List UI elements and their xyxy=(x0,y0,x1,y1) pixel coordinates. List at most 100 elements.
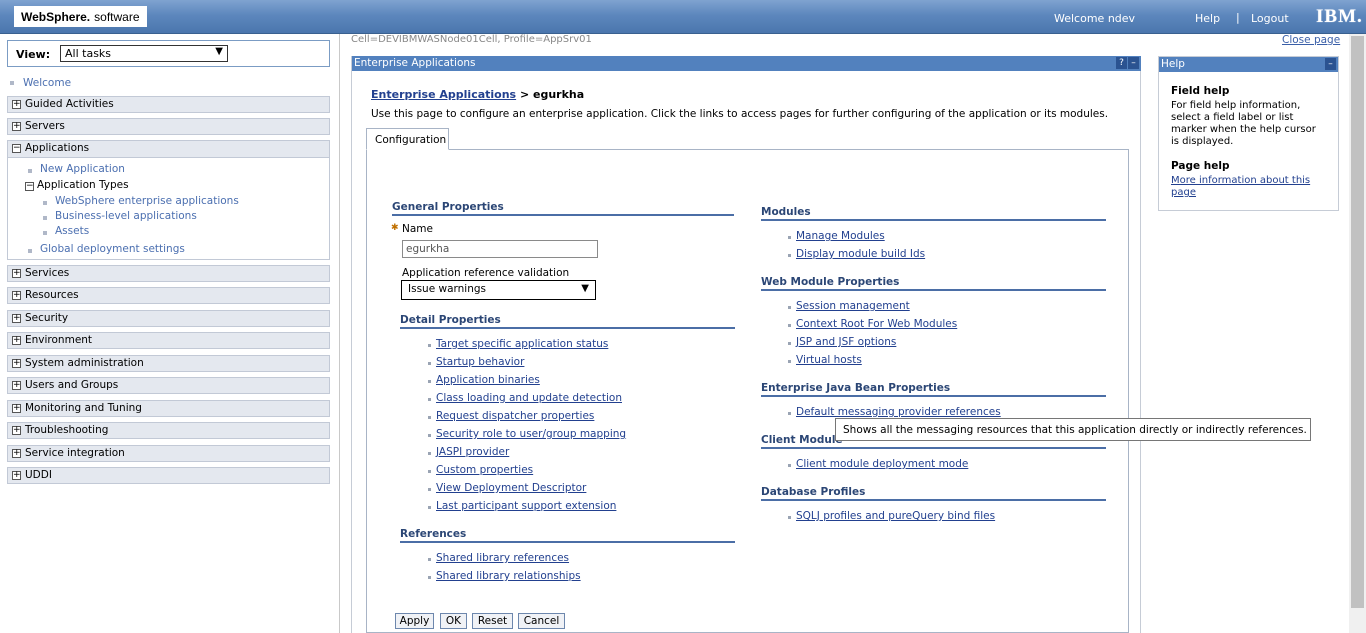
link-session-management[interactable]: Session management xyxy=(796,300,910,312)
expand-icon[interactable]: + xyxy=(12,359,21,368)
vertical-scrollbar[interactable] xyxy=(1349,34,1366,633)
link-jaspi-provider[interactable]: JASPI provider xyxy=(436,446,509,458)
help-title: Help xyxy=(1161,58,1185,70)
view-label: View: xyxy=(16,48,51,61)
bullet-icon xyxy=(428,558,431,561)
welcome-user: Welcome ndev xyxy=(1054,12,1136,25)
nav-section-service-integration[interactable]: + Service integration xyxy=(7,445,330,462)
minimize-icon[interactable]: – xyxy=(1325,58,1336,70)
section-divider xyxy=(761,219,1106,221)
chevron-down-icon: ▼ xyxy=(215,46,223,57)
section-divider xyxy=(761,499,1106,501)
expand-icon[interactable]: + xyxy=(12,471,21,480)
nav-section-label: Monitoring and Tuning xyxy=(25,402,142,414)
link-manage-modules[interactable]: Manage Modules xyxy=(796,230,885,242)
nav-assets[interactable]: Assets xyxy=(55,225,89,237)
link-jsp-jsf-options[interactable]: JSP and JSF options xyxy=(796,336,896,348)
expand-icon[interactable]: + xyxy=(12,381,21,390)
breadcrumb: Cell=DEVIBMWASNode01Cell, Profile=AppSrv… xyxy=(351,34,592,45)
help-link[interactable]: Help xyxy=(1195,12,1220,25)
logout-link[interactable]: Logout xyxy=(1251,12,1289,25)
section-divider xyxy=(761,447,1106,449)
client-module-heading: Client Module xyxy=(761,434,843,446)
cancel-button[interactable]: Cancel xyxy=(518,613,565,629)
nav-section-guided-activities[interactable]: + Guided Activities xyxy=(7,96,330,113)
nav-section-system-administration[interactable]: + System administration xyxy=(7,355,330,372)
collapse-icon[interactable]: − xyxy=(12,144,21,153)
scrollbar-thumb[interactable] xyxy=(1351,36,1364,608)
tab-configuration[interactable]: Configuration xyxy=(366,128,449,150)
expand-icon[interactable]: + xyxy=(12,100,21,109)
link-client-module-deployment-mode[interactable]: Client module deployment mode xyxy=(796,458,968,470)
link-application-binaries[interactable]: Application binaries xyxy=(436,374,540,386)
page-help-heading: Page help xyxy=(1171,160,1230,172)
view-select-value: All tasks xyxy=(65,47,112,60)
nav-section-uddi[interactable]: + UDDI xyxy=(7,467,330,484)
link-display-module-build-ids[interactable]: Display module build Ids xyxy=(796,248,925,260)
expand-icon[interactable]: + xyxy=(12,291,21,300)
collapse-icon[interactable]: − xyxy=(25,182,34,191)
page-title: Enterprise Applications > egurkha xyxy=(371,88,584,101)
nav-section-troubleshooting[interactable]: + Troubleshooting xyxy=(7,422,330,439)
link-view-deployment-descriptor[interactable]: View Deployment Descriptor xyxy=(436,482,586,494)
minimize-icon[interactable]: – xyxy=(1128,57,1139,69)
link-shared-library-relationships[interactable]: Shared library relationships xyxy=(436,570,581,582)
nav-section-applications[interactable]: − Applications xyxy=(8,141,329,158)
nav-welcome[interactable]: Welcome xyxy=(23,77,71,89)
panel-title-bar: Enterprise Applications ? – xyxy=(352,56,1141,71)
nav-websphere-enterprise-applications[interactable]: WebSphere enterprise applications xyxy=(55,195,239,207)
link-target-specific-application-status[interactable]: Target specific application status xyxy=(436,338,608,350)
link-security-role-mapping[interactable]: Security role to user/group mapping xyxy=(436,428,626,440)
validation-select[interactable]: Issue warnings ▼ xyxy=(401,280,596,300)
tooltip: Shows all the messaging resources that t… xyxy=(835,418,1311,441)
expand-icon[interactable]: + xyxy=(12,404,21,413)
question-icon[interactable]: ? xyxy=(1116,57,1127,69)
link-startup-behavior[interactable]: Startup behavior xyxy=(436,356,524,368)
expand-icon[interactable]: + xyxy=(12,449,21,458)
heading-enterprise-applications-link[interactable]: Enterprise Applications xyxy=(371,88,516,101)
nav-section-label: Resources xyxy=(25,289,79,301)
view-selector-box: View: All tasks ▼ xyxy=(7,40,330,67)
nav-section-resources[interactable]: + Resources xyxy=(7,287,330,304)
nav-section-environment[interactable]: + Environment xyxy=(7,332,330,349)
section-divider xyxy=(392,214,734,216)
link-shared-library-references[interactable]: Shared library references xyxy=(436,552,569,564)
link-last-participant-support[interactable]: Last participant support extension xyxy=(436,500,616,512)
navigation-tree: View: All tasks ▼ Welcome + Guided Activi… xyxy=(0,34,340,633)
link-virtual-hosts[interactable]: Virtual hosts xyxy=(796,354,862,366)
nav-section-monitoring-and-tuning[interactable]: + Monitoring and Tuning xyxy=(7,400,330,417)
nav-section-security[interactable]: + Security xyxy=(7,310,330,327)
view-select[interactable]: All tasks ▼ xyxy=(60,45,228,62)
link-default-messaging-provider[interactable]: Default messaging provider references xyxy=(796,406,1001,418)
nav-section-servers[interactable]: + Servers xyxy=(7,118,330,135)
link-request-dispatcher[interactable]: Request dispatcher properties xyxy=(436,410,594,422)
nav-section-label: Service integration xyxy=(25,447,125,459)
nav-section-users-and-groups[interactable]: + Users and Groups xyxy=(7,377,330,394)
nav-section-services[interactable]: + Services xyxy=(7,265,330,282)
bullet-icon xyxy=(788,516,791,519)
link-context-root[interactable]: Context Root For Web Modules xyxy=(796,318,957,330)
ok-button[interactable]: OK xyxy=(440,613,467,629)
bullet-icon xyxy=(428,470,431,473)
bullet-icon xyxy=(428,434,431,437)
close-page-link[interactable]: Close page xyxy=(1282,34,1340,46)
help-title-bar: Help – xyxy=(1159,57,1338,72)
expand-icon[interactable]: + xyxy=(12,122,21,131)
link-class-loading[interactable]: Class loading and update detection xyxy=(436,392,622,404)
nav-application-types[interactable]: Application Types xyxy=(37,179,129,191)
link-custom-properties[interactable]: Custom properties xyxy=(436,464,533,476)
expand-icon[interactable]: + xyxy=(12,426,21,435)
name-field[interactable]: egurkha xyxy=(402,240,598,258)
ejb-properties-heading: Enterprise Java Bean Properties xyxy=(761,382,951,394)
nav-business-level-applications[interactable]: Business-level applications xyxy=(55,210,197,222)
page-help-link[interactable]: More information about this page xyxy=(1171,175,1321,199)
expand-icon[interactable]: + xyxy=(12,269,21,278)
nav-section-label: Guided Activities xyxy=(25,98,114,110)
reset-button[interactable]: Reset xyxy=(472,613,513,629)
apply-button[interactable]: Apply xyxy=(395,613,434,629)
link-sqlj-profiles[interactable]: SQLJ profiles and pureQuery bind files xyxy=(796,510,995,522)
nav-new-application[interactable]: New Application xyxy=(40,163,125,175)
nav-global-deployment-settings[interactable]: Global deployment settings xyxy=(40,243,185,255)
expand-icon[interactable]: + xyxy=(12,336,21,345)
expand-icon[interactable]: + xyxy=(12,314,21,323)
